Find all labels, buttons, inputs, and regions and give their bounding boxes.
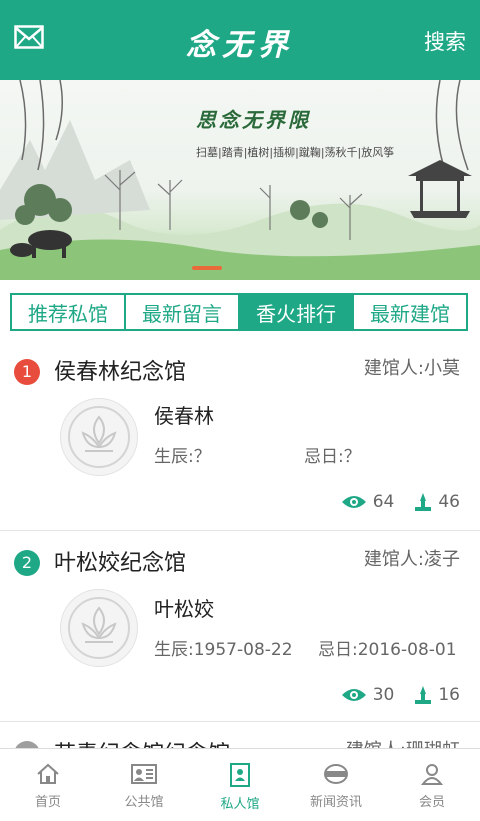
tab-label: 公共馆 — [124, 795, 164, 810]
builder-name: 建馆人:珊瑚虹 — [346, 736, 460, 748]
search-button[interactable]: 搜索 — [424, 26, 466, 56]
hall-name: 侯春林纪念馆 — [54, 360, 187, 385]
tab-news[interactable]: 新闻资讯 — [288, 749, 384, 821]
hall-name: 叶松姣纪念馆 — [54, 551, 187, 576]
tab-label: 会员 — [418, 795, 445, 810]
rank-badge: 1 — [14, 359, 40, 385]
avatar — [60, 398, 138, 476]
death-date: 忌日:2016-08-01 — [318, 640, 457, 660]
banner-carousel[interactable]: 思念无界限 扫墓|踏青|植树|插柳|蹴鞠|荡秋千|放风筝 — [0, 80, 480, 280]
memorial-card-partial[interactable]: 苏青纪念馆纪念馆 建馆人:珊瑚虹 — [0, 722, 480, 748]
tab-label: 首页 — [34, 795, 61, 810]
lotus-icon — [68, 597, 130, 659]
tab-newest-halls[interactable]: 最新建馆 — [354, 295, 466, 329]
eye-icon — [341, 689, 366, 701]
lotus-icon — [68, 406, 130, 468]
news-icon — [324, 764, 348, 784]
category-tabs: 推荐私馆 最新留言 香火排行 最新建馆 — [10, 293, 468, 331]
incense-icon — [415, 493, 432, 511]
app-header: 念无界 搜索 — [0, 0, 480, 80]
rank-badge: 2 — [14, 550, 40, 576]
tab-label: 新闻资讯 — [309, 795, 362, 810]
view-count: 64 — [372, 492, 395, 512]
hall-name: 苏青纪念馆纪念馆 — [54, 736, 230, 748]
carousel-indicator[interactable] — [192, 266, 222, 270]
eye-icon — [341, 496, 366, 508]
incense-count: 46 — [438, 492, 460, 512]
view-count: 30 — [372, 685, 395, 705]
private-hall-icon — [230, 763, 250, 787]
person-name: 侯春林 — [154, 404, 214, 428]
public-hall-icon — [131, 764, 157, 784]
person-name: 叶松姣 — [154, 597, 214, 621]
incense-icon — [415, 686, 432, 704]
home-icon — [37, 763, 59, 784]
tab-latest-messages[interactable]: 最新留言 — [126, 295, 240, 329]
birth-date: 生辰:？ — [154, 447, 211, 467]
death-date: 忌日:？ — [304, 447, 361, 467]
builder-name: 建馆人:凌子 — [363, 549, 460, 570]
tab-recommended[interactable]: 推荐私馆 — [12, 295, 126, 329]
builder-name: 建馆人:小莫 — [363, 358, 460, 379]
memorial-card[interactable]: 1 侯春林纪念馆 建馆人:小莫 侯春林 生辰:？ 忌日:？ 64 46 — [0, 340, 480, 531]
app-title: 念无界 — [186, 28, 294, 63]
tab-public-hall[interactable]: 公共馆 — [96, 749, 192, 821]
member-icon — [421, 764, 443, 785]
memorial-card[interactable]: 2 叶松姣纪念馆 建馆人:凌子 叶松姣 生辰:1957-08-22 忌日:201… — [0, 531, 480, 722]
banner-subtitle: 扫墓|踏青|植树|插柳|蹴鞠|荡秋千|放风筝 — [196, 146, 395, 159]
rank-badge — [14, 741, 40, 748]
stats-row: 64 46 — [321, 492, 460, 512]
tab-home[interactable]: 首页 — [0, 749, 96, 821]
incense-count: 16 — [438, 685, 460, 705]
bottom-tab-bar: 首页 公共馆 私人馆 新闻资讯 会员 — [0, 748, 480, 821]
birth-date: 生辰:1957-08-22 — [154, 640, 293, 660]
tab-member[interactable]: 会员 — [384, 749, 480, 821]
tab-private-hall[interactable]: 私人馆 — [192, 749, 288, 821]
banner-title: 思念无界限 — [196, 108, 311, 132]
avatar — [60, 589, 138, 667]
stats-row: 30 16 — [321, 685, 460, 705]
tab-incense-ranking[interactable]: 香火排行 — [240, 295, 354, 329]
tab-label: 私人馆 — [220, 797, 260, 812]
